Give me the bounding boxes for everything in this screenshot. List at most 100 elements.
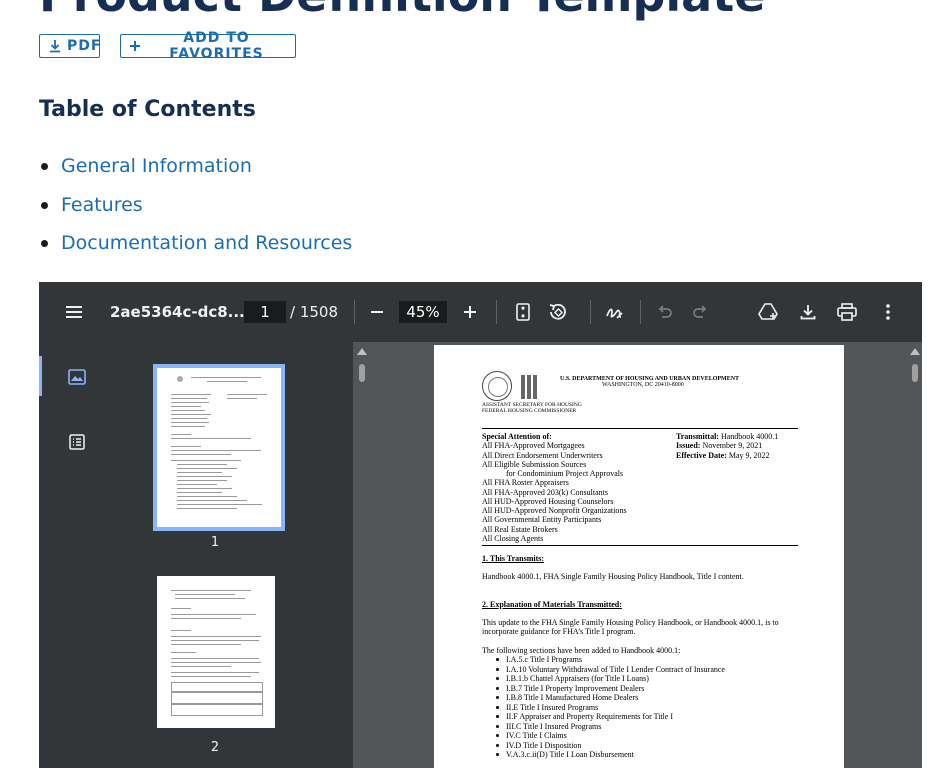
- doc-rule: [482, 428, 798, 429]
- document-scrollbar[interactable]: [908, 342, 922, 768]
- doc-effective-value: May 9, 2022: [728, 450, 770, 460]
- doc-transmittal-value: Handbook 4000.1: [720, 432, 779, 441]
- thumb-line: [191, 377, 261, 378]
- toc-link-documentation[interactable]: Documentation and Resources: [61, 232, 352, 254]
- toolbar-divider: [590, 300, 591, 324]
- thumb-line: [177, 488, 232, 489]
- thumb-line: [177, 504, 262, 505]
- doc-added-section: IV.C Title I Claims: [506, 731, 567, 740]
- doc-added-section: III.C Title I Insured Programs: [506, 721, 602, 731]
- doc-section-2-title: 2. Explanation of Materials Transmitted:: [482, 600, 622, 609]
- thumb-line: [177, 500, 247, 501]
- print-icon[interactable]: [836, 301, 858, 323]
- page-total: / 1508: [290, 303, 338, 321]
- toc-item: Documentation and Resources: [39, 227, 352, 266]
- thumb-line: [177, 476, 232, 477]
- outline-icon[interactable]: [66, 431, 88, 453]
- download-icon[interactable]: [797, 301, 819, 323]
- doc-transmittal: Transmittal: Handbook 4000.1: [676, 432, 778, 441]
- toc-link-features[interactable]: Features: [61, 194, 143, 216]
- menu-icon[interactable]: [63, 301, 85, 323]
- undo-icon[interactable]: [654, 301, 676, 323]
- plus-icon: [129, 40, 141, 52]
- doc-added-section: II.E Title I Insured Programs: [506, 702, 599, 712]
- doc-bullet: [496, 715, 499, 718]
- scroll-up-arrow[interactable]: [357, 348, 367, 355]
- doc-bullet: [496, 696, 499, 699]
- redo-icon[interactable]: [689, 301, 711, 323]
- download-icon: [48, 39, 62, 53]
- doc-issued-value: November 9, 2021: [702, 441, 763, 450]
- thumb-line: [171, 434, 191, 435]
- pdf-download-button[interactable]: PDF: [39, 34, 100, 58]
- thumbnails-icon[interactable]: [66, 366, 88, 388]
- sidebar-scrollbar[interactable]: [355, 342, 369, 768]
- toc-item: Features: [39, 189, 352, 228]
- doc-added-section: I.A.5.c Title I Programs: [506, 655, 582, 664]
- doc-issued-label: Issued:: [676, 441, 701, 450]
- save-to-drive-icon[interactable]: [757, 301, 779, 323]
- toolbar-divider: [496, 300, 497, 324]
- thumb-table: [171, 704, 263, 716]
- doc-bullet: [496, 705, 499, 709]
- doc-added-section: I.A.10 Voluntary Withdrawal of Title I L…: [506, 664, 725, 674]
- thumb-line: [227, 394, 267, 395]
- annotate-icon[interactable]: [604, 301, 626, 323]
- thumb-line: [177, 496, 237, 497]
- hud-building-logo: [527, 375, 531, 399]
- thumb-line: [171, 418, 207, 419]
- scroll-thumb[interactable]: [912, 364, 918, 382]
- thumb-line: [177, 484, 217, 485]
- thumb-line: [177, 464, 227, 465]
- page-thumbnail-1[interactable]: [153, 364, 285, 531]
- thumb-line: [171, 676, 251, 677]
- rotate-icon[interactable]: [547, 301, 569, 323]
- doc-recipient: All Closing Agents: [482, 534, 544, 543]
- doc-effective: Effective Date: May 9, 2022: [676, 451, 770, 460]
- scroll-thumb[interactable]: [359, 364, 365, 382]
- thumb-line: [171, 402, 209, 403]
- thumb-line: [171, 454, 231, 455]
- doc-bullet: [496, 677, 499, 680]
- thumb-line: [171, 410, 205, 411]
- minus-icon[interactable]: [366, 301, 388, 323]
- thumb-line: [171, 438, 251, 439]
- doc-bullet: [496, 743, 499, 747]
- doc-section-1-text: Handbook 4000.1, FHA Single Family Housi…: [482, 572, 744, 581]
- active-panel-indicator: [39, 356, 42, 396]
- thumb-line: [171, 614, 256, 615]
- thumb-line: [171, 658, 259, 659]
- document-name: 2ae5364c-dc8...: [110, 303, 245, 321]
- thumb-line: [171, 652, 196, 653]
- doc-recipient: All FHA-Approved 203(k) Consultants: [482, 487, 608, 497]
- thumb-line: [171, 672, 259, 673]
- page-thumbnail-2[interactable]: [157, 576, 275, 728]
- doc-bullet: [496, 686, 499, 690]
- doc-bullet: [496, 724, 499, 728]
- thumb-line: [177, 480, 227, 481]
- doc-effective-label: Effective Date:: [676, 450, 727, 460]
- thumbnail-label: 1: [210, 535, 220, 550]
- thumbnail-label: 2: [210, 740, 220, 755]
- pdf-viewer: 2ae5364c-dc8... 1 / 1508 45% 1 2 U.S. DE…: [39, 282, 922, 768]
- thumb-line: [171, 640, 259, 641]
- scroll-up-arrow[interactable]: [910, 348, 920, 355]
- zoom-level-input[interactable]: 45%: [399, 301, 447, 323]
- toc-link-general-information[interactable]: General Information: [61, 155, 252, 177]
- doc-section-1-title: 1. This Transmits:: [482, 554, 545, 563]
- fit-page-icon[interactable]: [512, 301, 534, 323]
- doc-recipient: All FHA Roster Appraisers: [482, 478, 569, 487]
- thumb-table: [171, 682, 263, 692]
- thumb-line: [171, 636, 261, 637]
- table-of-contents: General Information Features Documentati…: [39, 150, 352, 266]
- more-vert-icon[interactable]: [877, 301, 899, 323]
- pdf-page: U.S. DEPARTMENT OF HOUSING AND URBAN DEV…: [434, 345, 844, 768]
- plus-icon[interactable]: [459, 301, 481, 323]
- page-number-input[interactable]: 1: [244, 301, 286, 323]
- add-to-favorites-button[interactable]: ADD TO FAVORITES: [120, 30, 296, 62]
- doc-transmittal-label: Transmittal:: [676, 432, 719, 441]
- page-title: Product Definition Template: [39, 0, 765, 21]
- hud-building-logo: [533, 375, 537, 399]
- thumb-line: [177, 472, 222, 473]
- hud-seal-logo: [482, 371, 512, 401]
